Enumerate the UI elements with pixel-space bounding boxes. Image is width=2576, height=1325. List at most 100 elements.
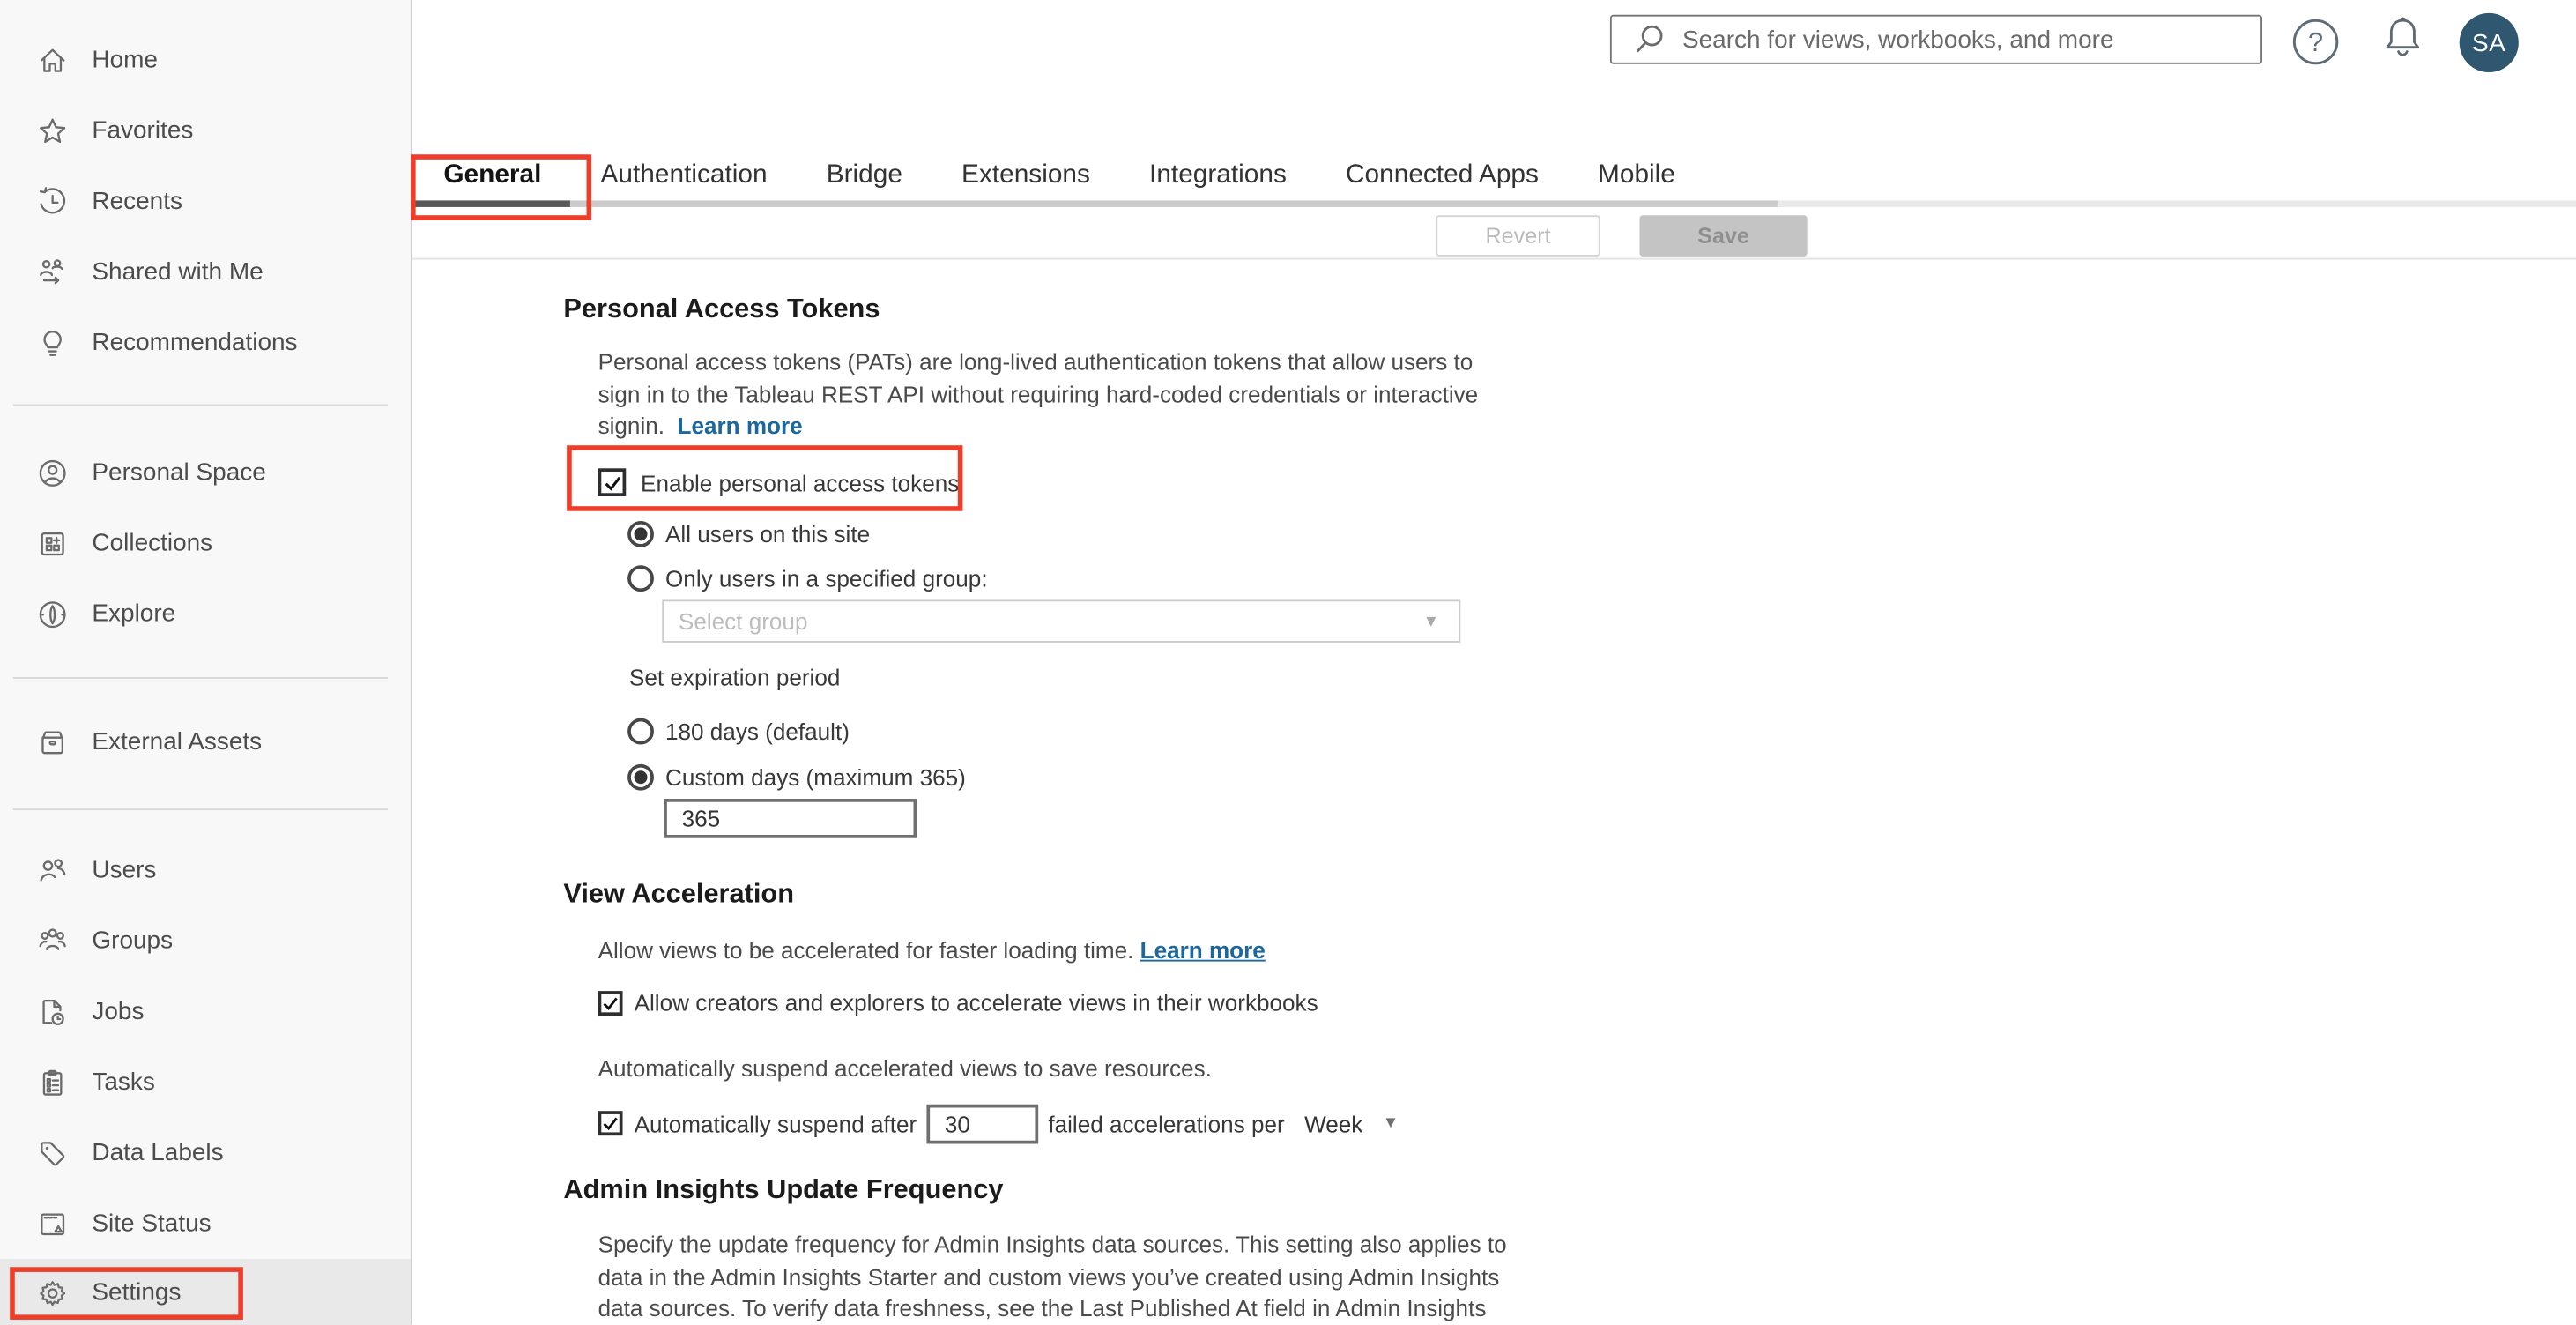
users-icon <box>36 853 69 886</box>
auto-suspend-prefix: Automatically suspend after <box>634 1110 917 1137</box>
tab-connected-apps[interactable]: Connected Apps <box>1316 152 1568 201</box>
failed-accelerations-input[interactable] <box>926 1103 1039 1143</box>
toolbar-divider <box>412 257 2576 260</box>
admin-insights-line: data in the Admin Insights Starter and c… <box>598 1262 1500 1290</box>
revert-button[interactable]: Revert <box>1436 215 1600 257</box>
sidebar-item-settings[interactable]: Settings <box>0 1258 412 1325</box>
sidebar-item-explore[interactable]: Explore <box>0 578 411 649</box>
settings-content: General Authentication Bridge Extensions… <box>412 0 2576 1325</box>
sidebar-item-recommendations[interactable]: Recommendations <box>0 308 411 378</box>
external-assets-drawer-icon <box>36 726 69 758</box>
enable-pat-row: Enable personal access tokens <box>598 468 960 496</box>
chevron-down-icon[interactable]: ▼ <box>1383 1114 1399 1133</box>
suspend-note: Automatically suspend accelerated views … <box>598 1054 1212 1082</box>
sidebar-divider <box>12 808 388 811</box>
admin-insights-description: Specify the update frequency for Admin I… <box>598 1229 1507 1325</box>
admin-insights-line: Specify the update frequency for Admin I… <box>598 1231 1507 1258</box>
auto-suspend-checkbox[interactable] <box>598 1111 623 1136</box>
star-icon <box>36 115 69 147</box>
sidebar-item-label: Recents <box>92 187 182 216</box>
auto-suspend-row: Automatically suspend after failed accel… <box>598 1103 1399 1144</box>
tab-bridge[interactable]: Bridge <box>797 152 932 201</box>
sidebar-item-personal-space[interactable]: Personal Space <box>0 437 411 508</box>
sidebar-item-groups[interactable]: Groups <box>0 905 411 976</box>
sidebar-item-site-status[interactable]: Site Status <box>0 1188 411 1259</box>
tab-underline-track <box>413 200 2576 207</box>
custom-days-label: Custom days (maximum 365) <box>665 763 966 791</box>
tab-extensions[interactable]: Extensions <box>932 152 1119 201</box>
sidebar-item-data-labels[interactable]: Data Labels <box>0 1118 411 1188</box>
home-icon <box>36 43 69 76</box>
sidebar-item-label: Collections <box>92 529 213 557</box>
sidebar-item-label: External Assets <box>92 727 263 756</box>
sidebar-item-favorites[interactable]: Favorites <box>0 95 411 166</box>
sidebar-item-home[interactable]: Home <box>0 25 411 95</box>
all-users-radio[interactable] <box>627 520 654 547</box>
view-acceleration-intro: Allow views to be accelerated for faster… <box>598 935 1266 968</box>
sidebar-item-label: Groups <box>92 927 174 956</box>
checkmark-icon <box>604 475 620 490</box>
custom-days-radio[interactable] <box>627 763 654 791</box>
pat-description-line: signin. Learn more <box>598 411 1479 443</box>
allow-accelerate-label: Allow creators and explorers to accelera… <box>634 989 1318 1016</box>
sidebar-item-label: Personal Space <box>92 458 266 487</box>
settings-tab-bar: General Authentication Bridge Extensions… <box>414 152 1705 201</box>
sidebar-item-label: Jobs <box>92 997 145 1026</box>
view-acceleration-intro-text: Allow views to be accelerated for faster… <box>598 936 1134 964</box>
pat-section-title: Personal Access Tokens <box>563 294 880 324</box>
select-group-dropdown[interactable]: Select group ▼ <box>662 599 1461 643</box>
groups-icon <box>36 925 69 957</box>
save-button[interactable]: Save <box>1639 215 1808 257</box>
sidebar-divider <box>12 677 388 679</box>
tab-integrations[interactable]: Integrations <box>1119 152 1316 201</box>
all-users-radio-row: All users on this site <box>627 520 870 547</box>
sidebar-item-users[interactable]: Users <box>0 835 411 905</box>
pat-description: Personal access tokens (PATs) are long-l… <box>598 346 1479 443</box>
period-dropdown-value[interactable]: Week <box>1304 1110 1362 1136</box>
days-180-radio[interactable] <box>627 718 654 745</box>
enable-pat-checkbox[interactable] <box>598 468 627 496</box>
auto-suspend-suffix: failed accelerations per <box>1048 1110 1285 1137</box>
tab-mobile[interactable]: Mobile <box>1568 152 1704 201</box>
pat-description-signin: signin. <box>598 413 665 440</box>
sidebar-item-collections[interactable]: Collections <box>0 508 411 578</box>
sidebar-item-shared-with-me[interactable]: Shared with Me <box>0 236 411 307</box>
pat-learn-more-link[interactable]: Learn more <box>678 413 803 439</box>
sidebar-item-recents[interactable]: Recents <box>0 166 411 236</box>
tasks-clipboard-icon <box>36 1066 69 1098</box>
sidebar-item-label: Favorites <box>92 116 194 145</box>
days-180-radio-row: 180 days (default) <box>627 718 850 745</box>
enable-pat-label: Enable personal access tokens <box>641 469 960 496</box>
admin-insights-title: Admin Insights Update Frequency <box>563 1174 1004 1205</box>
custom-days-input[interactable] <box>664 799 917 838</box>
sidebar-item-label: Explore <box>92 599 176 629</box>
allow-accelerate-row: Allow creators and explorers to accelera… <box>598 989 1318 1016</box>
sidebar-item-label: Recommendations <box>92 328 298 357</box>
sidebar-item-tasks[interactable]: Tasks <box>0 1046 411 1117</box>
view-acceleration-learn-more-link[interactable]: Learn more <box>1140 937 1266 964</box>
sidebar-item-label: Shared with Me <box>92 257 264 287</box>
tableau-site-settings-page: Home Favorites Recents Shared with Me Re… <box>0 0 2576 1325</box>
expiration-period-label: Set expiration period <box>628 664 841 690</box>
compass-icon <box>36 598 69 630</box>
pat-description-line: sign in to the Tableau REST API without … <box>598 380 1479 407</box>
sidebar-item-label: Home <box>92 46 158 74</box>
checkmark-icon <box>603 996 618 1010</box>
allow-accelerate-checkbox[interactable] <box>598 990 623 1016</box>
pat-description-line: Personal access tokens (PATs) are long-l… <box>598 348 1474 376</box>
specified-group-radio[interactable] <box>627 565 654 592</box>
sidebar-item-label: Data Labels <box>92 1138 224 1167</box>
sidebar-divider <box>12 404 388 406</box>
tab-general[interactable]: General <box>414 152 571 201</box>
recents-clock-icon <box>36 185 69 218</box>
tab-authentication[interactable]: Authentication <box>571 152 797 201</box>
sidebar-item-label: Site Status <box>92 1210 212 1238</box>
sidebar-item-external-assets[interactable]: External Assets <box>0 707 411 778</box>
jobs-document-clock-icon <box>36 995 69 1028</box>
days-180-label: 180 days (default) <box>665 718 850 745</box>
sidebar: Home Favorites Recents Shared with Me Re… <box>0 0 412 1325</box>
sidebar-item-jobs[interactable]: Jobs <box>0 976 411 1046</box>
sidebar-item-label: Settings <box>92 1278 182 1307</box>
shared-with-me-icon <box>36 256 69 288</box>
checkmark-icon <box>603 1117 618 1131</box>
